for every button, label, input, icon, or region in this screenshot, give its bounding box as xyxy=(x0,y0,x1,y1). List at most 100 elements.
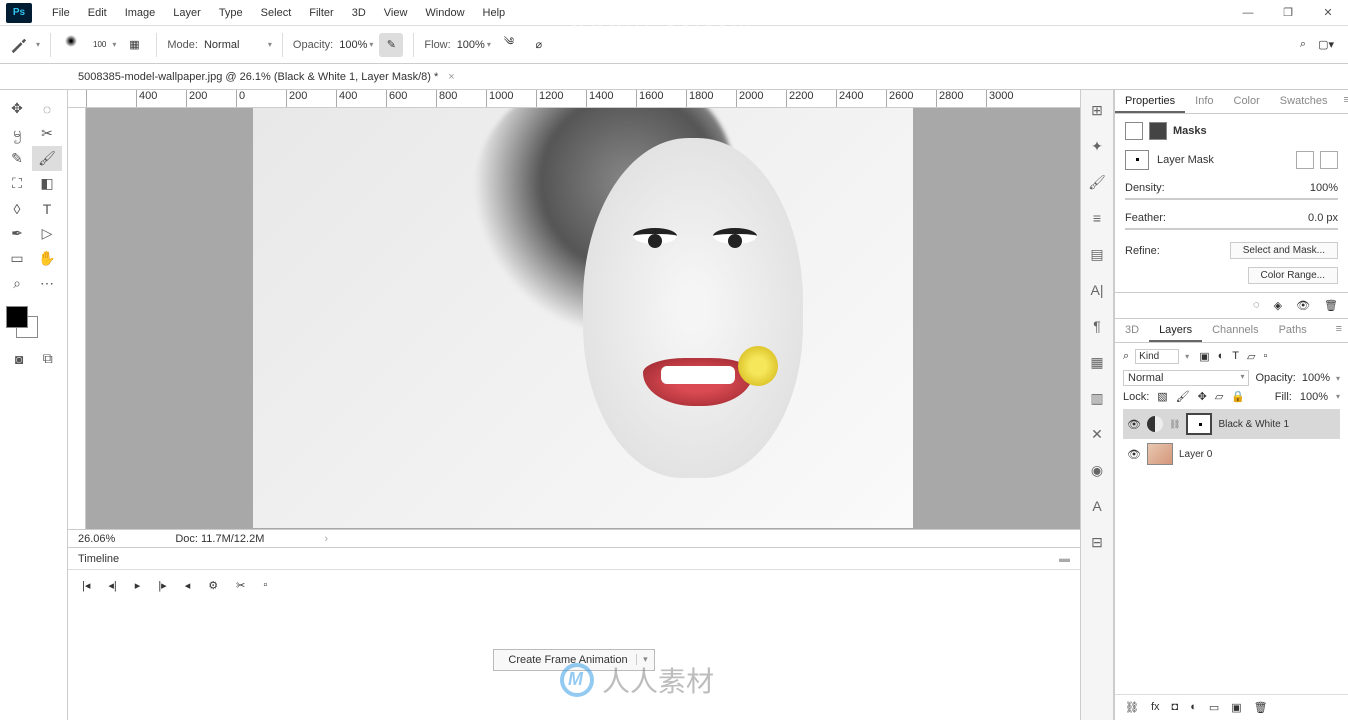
tab-properties[interactable]: Properties xyxy=(1115,90,1185,113)
color-range-button[interactable]: Color Range... xyxy=(1248,267,1338,284)
mode-select[interactable]: Normal ▾ xyxy=(204,39,272,51)
pressure-opacity-icon[interactable]: ✎ xyxy=(379,33,403,57)
brush-panel-toggle-icon[interactable]: ▦ xyxy=(122,33,146,57)
type-tool-icon[interactable]: T xyxy=(32,196,62,221)
menu-file[interactable]: File xyxy=(44,3,78,23)
feather-value[interactable]: 0.0 px xyxy=(1308,212,1338,224)
new-group-icon[interactable]: ▭ xyxy=(1209,701,1219,714)
move-tool-icon[interactable]: ✥ xyxy=(2,96,32,121)
timeline-collapse-icon[interactable]: ▬ xyxy=(1059,553,1070,565)
pixel-mask-icon[interactable] xyxy=(1125,122,1143,140)
link-layers-icon[interactable]: ⛓ xyxy=(1125,701,1139,714)
menu-window[interactable]: Window xyxy=(417,3,472,23)
lock-position-icon[interactable]: ✥ xyxy=(1198,390,1207,403)
delete-layer-icon[interactable]: 🗑 xyxy=(1254,701,1268,714)
histogram-icon[interactable]: ⊞ xyxy=(1087,100,1107,120)
invert-icon[interactable]: ◈ xyxy=(1274,299,1282,312)
menu-3d[interactable]: 3D xyxy=(344,3,374,23)
pen-tool-icon[interactable]: ✒ xyxy=(2,221,32,246)
adjustments-icon[interactable]: ≡ xyxy=(1087,208,1107,228)
menu-image[interactable]: Image xyxy=(117,3,164,23)
document-tab[interactable]: 5008385-model-wallpaper.jpg @ 26.1% (Bla… xyxy=(78,71,438,83)
path-select-tool-icon[interactable]: ▷ xyxy=(32,221,62,246)
load-selection-icon[interactable]: ◌ xyxy=(1253,299,1260,312)
brush-tool-icon[interactable] xyxy=(6,33,30,57)
para-styles-icon[interactable]: ⊟ xyxy=(1087,532,1107,552)
mask-thumb[interactable] xyxy=(1186,413,1212,435)
density-slider[interactable] xyxy=(1125,198,1338,200)
close-tab-icon[interactable]: × xyxy=(448,71,454,83)
layer-item-0[interactable]: 👁 Layer 0 xyxy=(1123,439,1340,469)
hand-tool-icon[interactable]: ✋ xyxy=(32,246,62,271)
menu-type[interactable]: Type xyxy=(211,3,251,23)
notes-icon[interactable]: ▥ xyxy=(1087,388,1107,408)
brushes-icon[interactable]: 🖌 xyxy=(1087,172,1107,192)
marquee-tool-icon[interactable]: ◌ xyxy=(32,96,62,121)
next-frame-icon[interactable]: |▸ xyxy=(158,579,166,592)
eyedropper-tool-icon[interactable]: ✎ xyxy=(2,146,32,171)
canvas-viewport[interactable] xyxy=(86,108,1080,529)
new-adjustment-icon[interactable]: ◐ xyxy=(1190,701,1197,714)
tab-channels[interactable]: Channels xyxy=(1202,319,1268,342)
settings-icon[interactable]: ⚙ xyxy=(208,579,218,592)
layer-filter-input[interactable] xyxy=(1135,349,1179,364)
more-tools-icon[interactable]: ⋯ xyxy=(32,271,62,296)
layer-opacity-value[interactable]: 100% xyxy=(1302,372,1330,384)
split-icon[interactable]: ✂ xyxy=(236,579,245,592)
goto-first-icon[interactable]: |◂ xyxy=(82,579,90,592)
disable-mask-icon[interactable]: 👁 xyxy=(1296,299,1310,312)
eraser-tool-icon[interactable]: ◧ xyxy=(32,171,62,196)
add-pixel-mask-icon[interactable] xyxy=(1296,151,1314,169)
quick-select-tool-icon[interactable]: ✂ xyxy=(32,121,62,146)
vector-mask-icon[interactable] xyxy=(1149,122,1167,140)
search-icon[interactable]: ⌕ xyxy=(1300,38,1306,51)
audio-icon[interactable]: ◂ xyxy=(185,579,191,592)
workspace-switcher-icon[interactable]: ▢▾ xyxy=(1318,38,1334,51)
menu-edit[interactable]: Edit xyxy=(80,3,115,23)
menu-layer[interactable]: Layer xyxy=(165,3,209,23)
filter-type-icon[interactable]: T xyxy=(1232,350,1239,363)
menu-filter[interactable]: Filter xyxy=(301,3,341,23)
lock-all-icon[interactable]: 🔒 xyxy=(1231,390,1245,403)
actions-icon[interactable]: ✕ xyxy=(1087,424,1107,444)
libraries-icon[interactable]: ◉ xyxy=(1087,460,1107,480)
add-mask-icon[interactable]: ◘ xyxy=(1172,701,1179,714)
menu-select[interactable]: Select xyxy=(253,3,300,23)
filter-smart-icon[interactable]: ▫ xyxy=(1263,350,1267,363)
panel-menu-icon[interactable]: ≡ xyxy=(1338,90,1348,113)
layer-mask-thumb[interactable] xyxy=(1125,150,1149,170)
flow-value[interactable]: 100%▾ xyxy=(457,39,491,51)
glyphs-icon[interactable]: ▦ xyxy=(1087,352,1107,372)
opacity-value[interactable]: 100%▾ xyxy=(339,39,373,51)
menu-help[interactable]: Help xyxy=(475,3,514,23)
filter-adjust-icon[interactable]: ◐ xyxy=(1218,350,1225,363)
prev-frame-icon[interactable]: ◂| xyxy=(108,579,116,592)
layer-item-bw[interactable]: 👁 ⛓ Black & White 1 xyxy=(1123,409,1340,439)
visibility-icon[interactable]: 👁 xyxy=(1127,448,1141,461)
transition-icon[interactable]: ▫ xyxy=(263,579,267,591)
tab-3d[interactable]: 3D xyxy=(1115,319,1149,342)
zoom-tool-icon[interactable]: ⌕ xyxy=(2,271,32,296)
lock-transparency-icon[interactable]: ▧ xyxy=(1157,390,1167,403)
density-value[interactable]: 100% xyxy=(1310,182,1338,194)
stamp-tool-icon[interactable]: ⛶ xyxy=(2,171,32,196)
close-button[interactable]: ✕ xyxy=(1308,0,1348,26)
tab-layers[interactable]: Layers xyxy=(1149,319,1202,342)
shape-tool-icon[interactable]: ▭ xyxy=(2,246,32,271)
lock-pixels-icon[interactable]: 🖌 xyxy=(1176,390,1190,403)
new-layer-icon[interactable]: ▣ xyxy=(1231,701,1241,714)
link-icon[interactable]: ⛓ xyxy=(1169,419,1180,430)
foreground-color[interactable] xyxy=(6,306,28,328)
tab-info[interactable]: Info xyxy=(1185,90,1223,113)
airbrush-icon[interactable]: ༄ xyxy=(497,33,521,57)
zoom-level[interactable]: 26.06% xyxy=(78,533,115,545)
color-swatches[interactable] xyxy=(6,306,38,338)
select-and-mask-button[interactable]: Select and Mask... xyxy=(1230,242,1338,259)
lock-artboard-icon[interactable]: ▱ xyxy=(1215,390,1223,403)
paragraph-icon[interactable]: ¶ xyxy=(1087,316,1107,336)
layer-style-icon[interactable]: fx xyxy=(1151,701,1160,714)
filter-image-icon[interactable]: ▣ xyxy=(1199,350,1209,363)
styles-icon[interactable]: ▤ xyxy=(1087,244,1107,264)
quick-mask-icon[interactable]: ◙ xyxy=(8,346,31,371)
navigator-icon[interactable]: ✦ xyxy=(1087,136,1107,156)
